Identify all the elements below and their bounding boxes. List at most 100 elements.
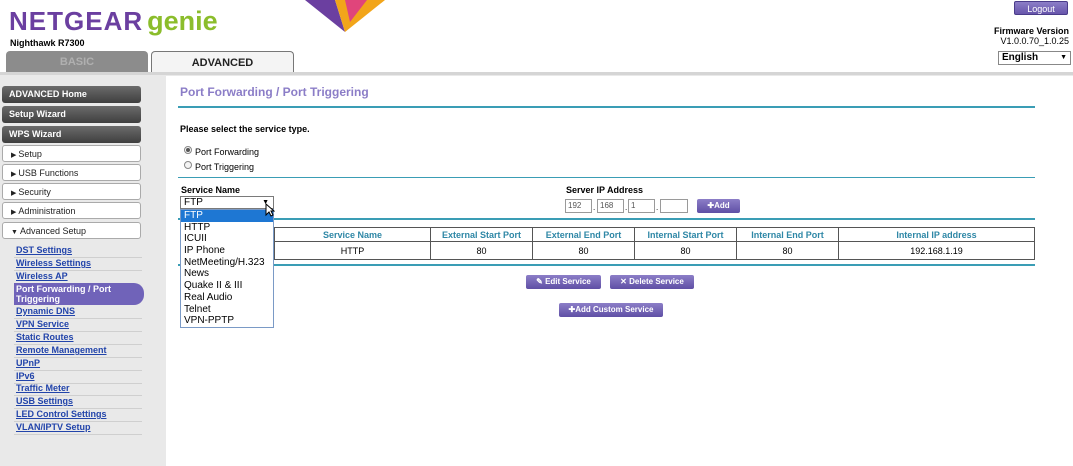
divider xyxy=(14,434,142,435)
delete-service-button[interactable]: ✕ Delete Service xyxy=(610,275,694,289)
section-label: Setup xyxy=(18,149,42,159)
table-cell: 192.168.1.19 xyxy=(838,241,1035,260)
chevron-down-icon: ▼ xyxy=(1060,54,1067,61)
add-button[interactable]: ✚Add xyxy=(697,199,740,213)
dropdown-option-real-audio[interactable]: Real Audio xyxy=(181,292,273,304)
sidebar-item-static-routes[interactable]: Static Routes xyxy=(16,332,74,342)
table-header: External Start Port xyxy=(430,227,533,242)
services-table: Service Name External Start Port Externa… xyxy=(180,227,1035,260)
sidebar-item-label: Port Forwarding / Port xyxy=(16,284,112,294)
ip-dot: . xyxy=(656,203,659,212)
ip-octet-4-input[interactable] xyxy=(660,199,688,213)
table-row[interactable]: HTTP 80 80 80 80 192.168.1.19 xyxy=(180,241,1035,260)
radio-port-triggering[interactable] xyxy=(184,161,192,169)
radio-port-forwarding[interactable] xyxy=(184,146,192,154)
tab-advanced[interactable]: ADVANCED xyxy=(151,51,294,73)
table-header: External End Port xyxy=(532,227,635,242)
sidebar-item-upnp[interactable]: UPnP xyxy=(16,358,40,368)
table-cell: 80 xyxy=(634,241,737,260)
logout-button[interactable]: Logout xyxy=(1014,1,1068,15)
sidebar-section-administration[interactable]: ▶ Administration xyxy=(2,202,141,219)
radio-port-forwarding-label: Port Forwarding xyxy=(195,147,260,157)
service-type-prompt: Please select the service type. xyxy=(180,124,310,134)
section-label: Administration xyxy=(18,206,76,216)
sidebar-section-security[interactable]: ▶ Security xyxy=(2,183,141,200)
sidebar-item-led-control-settings[interactable]: LED Control Settings xyxy=(16,409,107,419)
sidebar-item-advanced-home[interactable]: ADVANCED Home xyxy=(2,86,141,103)
service-name-label: Service Name xyxy=(181,185,241,195)
dropdown-option-telnet[interactable]: Telnet xyxy=(181,304,273,316)
caret-right-icon: ▶ xyxy=(11,190,17,197)
tab-divider xyxy=(0,72,1073,75)
sidebar-item-remote-management[interactable]: Remote Management xyxy=(16,345,107,355)
edit-label: Edit Service xyxy=(545,277,591,286)
delete-label: Delete Service xyxy=(629,277,684,286)
sidebar-item-dst-settings[interactable]: DST Settings xyxy=(16,245,72,255)
sidebar-item-vpn-service[interactable]: VPN Service xyxy=(16,319,69,329)
close-icon: ✕ xyxy=(620,277,630,286)
dropdown-option-quake[interactable]: Quake II & III xyxy=(181,280,273,292)
brand-suffix: genie xyxy=(147,6,218,36)
add-label: Add xyxy=(714,201,730,210)
table-cell: 80 xyxy=(532,241,635,260)
ip-octet-2-input[interactable]: 168 xyxy=(597,199,624,213)
dropdown-option-icuii[interactable]: ICUII xyxy=(181,233,273,245)
decorative-triangles xyxy=(305,0,385,32)
language-select[interactable]: English ▼ xyxy=(998,51,1071,65)
caret-right-icon: ▶ xyxy=(11,209,17,216)
dropdown-option-http[interactable]: HTTP xyxy=(181,222,273,234)
dropdown-option-ip-phone[interactable]: IP Phone xyxy=(181,245,273,257)
sidebar-item-setup-wizard[interactable]: Setup Wizard xyxy=(2,106,141,123)
page-title: Port Forwarding / Port Triggering xyxy=(180,85,369,99)
dropdown-option-ftp[interactable]: FTP xyxy=(181,210,273,222)
language-value: English xyxy=(1002,52,1039,63)
section-label: Security xyxy=(18,187,51,197)
divider xyxy=(178,218,1035,220)
ip-octet-3-input[interactable]: 1 xyxy=(628,199,655,213)
dropdown-option-vpn-pptp[interactable]: VPN-PPTP xyxy=(181,315,273,327)
table-cell: HTTP xyxy=(274,241,431,260)
table-header: Internal End Port xyxy=(736,227,839,242)
sidebar-section-usb-functions[interactable]: ▶ USB Functions xyxy=(2,164,141,181)
ip-dot: . xyxy=(625,203,628,212)
firmware-label: Firmware Version xyxy=(993,26,1069,36)
ip-dot: . xyxy=(593,203,596,212)
divider xyxy=(178,106,1035,108)
service-dropdown-list: FTP HTTP ICUII IP Phone NetMeeting/H.323… xyxy=(180,209,274,328)
model-name: Nighthawk R7300 xyxy=(10,38,85,48)
sidebar-item-wireless-ap[interactable]: Wireless AP xyxy=(16,271,68,281)
pencil-icon: ✎ xyxy=(536,277,546,286)
sidebar-item-wps-wizard[interactable]: WPS Wizard xyxy=(2,126,141,143)
ip-octet-1-input[interactable]: 192 xyxy=(565,199,592,213)
table-cell: 80 xyxy=(736,241,839,260)
main-panel xyxy=(166,76,1073,466)
sidebar-item-label: Triggering xyxy=(16,294,61,304)
mouse-cursor-icon xyxy=(265,203,275,217)
server-ip-label: Server IP Address xyxy=(566,185,644,195)
edit-service-button[interactable]: ✎ Edit Service xyxy=(526,275,601,289)
sidebar-item-vlan-iptv-setup[interactable]: VLAN/IPTV Setup xyxy=(16,422,91,432)
tab-basic[interactable]: BASIC xyxy=(6,51,148,73)
caret-down-icon: ▼ xyxy=(11,229,18,236)
caret-right-icon: ▶ xyxy=(11,171,17,178)
section-label: USB Functions xyxy=(18,168,79,178)
sidebar-item-port-forwarding[interactable]: Port Forwarding / Port Triggering xyxy=(14,283,144,305)
section-label: Advanced Setup xyxy=(19,226,86,236)
netgear-genie-logo: NETGEAR genie xyxy=(9,6,218,37)
dropdown-option-netmeeting[interactable]: NetMeeting/H.323 xyxy=(181,257,273,269)
table-cell: 80 xyxy=(430,241,533,260)
sidebar-item-dynamic-dns[interactable]: Dynamic DNS xyxy=(16,306,75,316)
table-header-row: Service Name External Start Port Externa… xyxy=(180,227,1035,242)
sidebar-section-setup[interactable]: ▶ Setup xyxy=(2,145,141,162)
service-selected-value: FTP xyxy=(184,197,203,208)
sidebar-item-traffic-meter[interactable]: Traffic Meter xyxy=(16,383,70,393)
sidebar-item-ipv6[interactable]: IPv6 xyxy=(16,371,35,381)
add-custom-service-button[interactable]: ✚Add Custom Service xyxy=(559,303,663,317)
table-header: Service Name xyxy=(274,227,431,242)
dropdown-option-news[interactable]: News xyxy=(181,268,273,280)
sidebar-item-usb-settings[interactable]: USB Settings xyxy=(16,396,73,406)
sidebar-section-advanced-setup[interactable]: ▼ Advanced Setup xyxy=(2,222,141,239)
service-name-select[interactable]: FTP ▼ xyxy=(180,196,274,209)
sidebar-item-wireless-settings[interactable]: Wireless Settings xyxy=(16,258,91,268)
add-custom-label: Add Custom Service xyxy=(575,305,654,314)
